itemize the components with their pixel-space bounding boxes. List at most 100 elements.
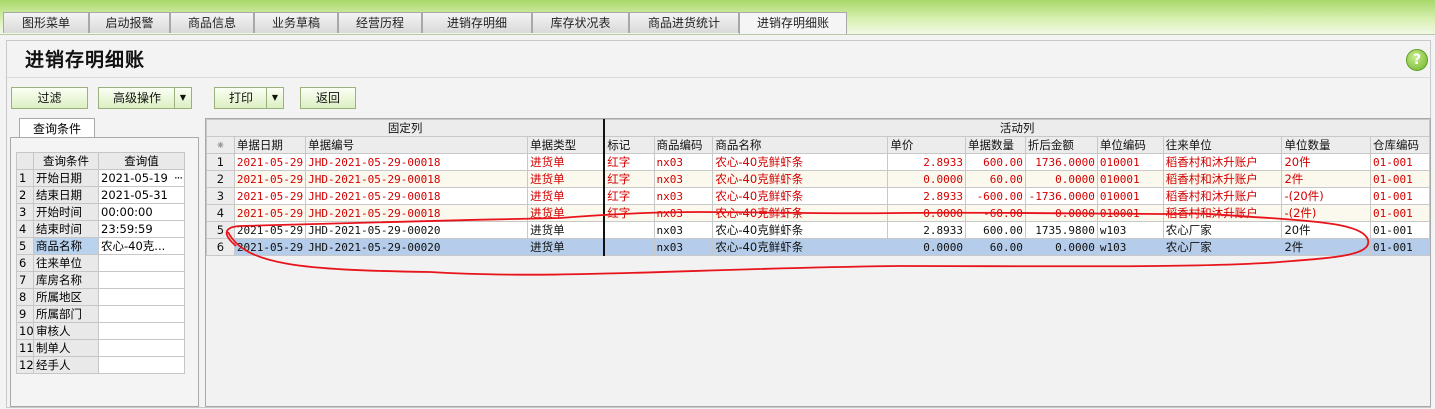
query-condition: 库房名称 bbox=[33, 271, 99, 289]
query-value[interactable]: 23:59:59 bbox=[98, 220, 185, 238]
query-value[interactable]: 2021-05-19 ··· bbox=[98, 169, 185, 187]
cell-qty: 600.00 bbox=[965, 153, 1026, 171]
query-value[interactable] bbox=[98, 339, 185, 357]
filter-button[interactable]: 过滤 bbox=[11, 87, 88, 109]
query-row[interactable]: 6 往来单位 bbox=[16, 254, 185, 272]
print-button[interactable]: 打印 ▼ bbox=[214, 87, 284, 109]
table-row[interactable]: 2 2021-05-29 JHD-2021-05-29-00018 进货单 红字 nx03… bbox=[206, 170, 1430, 188]
ellipsis-icon[interactable]: ··· bbox=[174, 171, 183, 185]
column-header[interactable]: 单据日期 bbox=[233, 136, 307, 154]
query-condition: 制单人 bbox=[33, 339, 99, 357]
column-header-row: ⁕ 单据日期 单据编号 单据类型 标记 商品编码 商品名称 单价 单据数量 折后金额 单位编码 往来单… bbox=[206, 136, 1430, 154]
query-row[interactable]: 1 开始日期 2021-05-19 ··· bbox=[16, 169, 185, 187]
query-value[interactable]: 农心-40克... bbox=[98, 237, 185, 255]
query-row[interactable]: 3 开始时间 00:00:00 bbox=[16, 203, 185, 221]
query-value[interactable] bbox=[98, 254, 185, 272]
query-row[interactable]: 10 审核人 bbox=[16, 322, 185, 340]
query-condition: 结束日期 bbox=[33, 186, 99, 204]
query-value[interactable] bbox=[98, 288, 185, 306]
query-value[interactable] bbox=[98, 305, 185, 323]
cell-price: 0.0000 bbox=[887, 238, 967, 256]
column-header[interactable]: 单价 bbox=[887, 136, 967, 154]
query-value[interactable]: 2021-05-31 bbox=[98, 186, 185, 204]
column-header[interactable]: 往来单位 bbox=[1162, 136, 1283, 154]
row-number: 3 bbox=[206, 187, 235, 205]
grid-corner[interactable]: ⁕ bbox=[206, 136, 235, 154]
cell-qty: -600.00 bbox=[965, 187, 1026, 205]
column-header[interactable]: 商品名称 bbox=[712, 136, 889, 154]
query-condition: 开始日期 bbox=[33, 169, 99, 187]
cell-amount: 1735.9800 bbox=[1024, 221, 1098, 239]
chevron-down-icon[interactable]: ▼ bbox=[266, 88, 283, 108]
column-header[interactable]: 单据类型 bbox=[527, 136, 606, 154]
query-row[interactable]: 4 结束时间 23:59:59 bbox=[16, 220, 185, 238]
cell-price: 2.8933 bbox=[887, 187, 967, 205]
tab-stock-status[interactable]: 库存状况表 bbox=[532, 12, 629, 33]
cell-partner: 稻香村和沐升账户 bbox=[1162, 153, 1283, 171]
query-row[interactable]: 9 所属部门 bbox=[16, 305, 185, 323]
query-value[interactable] bbox=[98, 271, 185, 289]
cell-qty: -60.00 bbox=[965, 204, 1026, 222]
column-header[interactable]: 单位数量 bbox=[1281, 136, 1371, 154]
cell-code: nx03 bbox=[653, 238, 714, 256]
column-header[interactable]: 折后金额 bbox=[1024, 136, 1098, 154]
table-row[interactable]: 1 2021-05-29 JHD-2021-05-29-00018 进货单 红字 nx03… bbox=[206, 153, 1430, 171]
advanced-ops-button[interactable]: 高级操作 ▼ bbox=[98, 87, 192, 109]
cell-qty: 600.00 bbox=[965, 221, 1026, 239]
cell-name: 农心-40克鲜虾条 bbox=[712, 187, 889, 205]
column-header[interactable]: 单据编号 bbox=[305, 136, 529, 154]
column-header[interactable]: 仓库编码 bbox=[1370, 136, 1430, 154]
table-row[interactable]: 5 2021-05-29 JHD-2021-05-29-00020 进货单 nx03 农心… bbox=[206, 221, 1430, 239]
chevron-down-icon[interactable]: ▼ bbox=[174, 88, 191, 108]
help-icon[interactable]: ? bbox=[1406, 49, 1428, 71]
cell-amount: 1736.0000 bbox=[1024, 153, 1098, 171]
advanced-ops-label: 高级操作 bbox=[112, 91, 161, 105]
query-row[interactable]: 5 商品名称 农心-40克... bbox=[16, 237, 185, 255]
cell-unit-qty: -(20件) bbox=[1281, 187, 1371, 205]
table-row[interactable]: 6 2021-05-29 JHD-2021-05-29-00020 进货单 nx03 农心… bbox=[206, 238, 1430, 256]
query-value-text: 2021-05-31 bbox=[101, 188, 168, 202]
cell-code: nx03 bbox=[653, 170, 714, 188]
tab-product-info[interactable]: 商品信息 bbox=[170, 12, 254, 33]
query-row-number: 1 bbox=[16, 169, 34, 187]
group-fixed-columns: 固定列 bbox=[206, 119, 606, 137]
back-button[interactable]: 返回 bbox=[300, 87, 356, 109]
column-header[interactable]: 商品编码 bbox=[653, 136, 714, 154]
query-value-text: 2021-05-19 bbox=[101, 171, 168, 185]
cell-date: 2021-05-29 bbox=[233, 204, 307, 222]
group-active-columns: 活动列 bbox=[603, 119, 1430, 137]
query-value[interactable] bbox=[98, 356, 185, 374]
table-row[interactable]: 4 2021-05-29 JHD-2021-05-29-00018 进货单 红字 nx03… bbox=[206, 204, 1430, 222]
row-number: 1 bbox=[206, 153, 235, 171]
cell-code: nx03 bbox=[653, 187, 714, 205]
cell-amount: 0.0000 bbox=[1024, 170, 1098, 188]
cell-price: 0.0000 bbox=[887, 170, 967, 188]
query-row[interactable]: 2 结束日期 2021-05-31 bbox=[16, 186, 185, 204]
query-row[interactable]: 11 制单人 bbox=[16, 339, 185, 357]
cell-wh: 01-001 bbox=[1370, 221, 1430, 239]
cell-unit-code: w103 bbox=[1096, 221, 1164, 239]
query-row[interactable]: 12 经手人 bbox=[16, 356, 185, 374]
query-value[interactable]: 00:00:00 bbox=[98, 203, 185, 221]
column-header[interactable]: 标记 bbox=[603, 136, 655, 154]
tab-inventory-detail[interactable]: 进销存明细 bbox=[422, 12, 532, 33]
column-header[interactable]: 单据数量 bbox=[965, 136, 1026, 154]
cell-unit-qty: 20件 bbox=[1281, 153, 1371, 171]
tab-startup-alarm[interactable]: 启动报警 bbox=[89, 12, 170, 33]
tab-purchase-stats[interactable]: 商品进货统计 bbox=[629, 12, 739, 33]
query-value[interactable] bbox=[98, 322, 185, 340]
ledger-grid[interactable]: 固定列 活动列 ⁕ 单据日期 单据编号 单据类型 标记 商品编码 商品名称 单价 单据数量 折后金… bbox=[205, 118, 1431, 407]
table-row[interactable]: 3 2021-05-29 JHD-2021-05-29-00018 进货单 红字 nx03… bbox=[206, 187, 1430, 205]
tab-business-history[interactable]: 经营历程 bbox=[338, 12, 422, 33]
tab-business-draft[interactable]: 业务草稿 bbox=[254, 12, 338, 33]
tab-graphic-menu[interactable]: 图形菜单 bbox=[3, 12, 89, 33]
cell-mark bbox=[603, 221, 655, 239]
query-row[interactable]: 7 库房名称 bbox=[16, 271, 185, 289]
query-conditions-tab[interactable]: 查询条件 bbox=[19, 118, 95, 138]
column-header[interactable]: 单位编码 bbox=[1096, 136, 1164, 154]
query-row-number: 11 bbox=[16, 339, 34, 357]
query-row[interactable]: 8 所属地区 bbox=[16, 288, 185, 306]
tab-inventory-ledger[interactable]: 进销存明细账 bbox=[739, 12, 847, 34]
cell-wh: 01-001 bbox=[1370, 187, 1430, 205]
cell-unit-qty: 20件 bbox=[1281, 221, 1371, 239]
